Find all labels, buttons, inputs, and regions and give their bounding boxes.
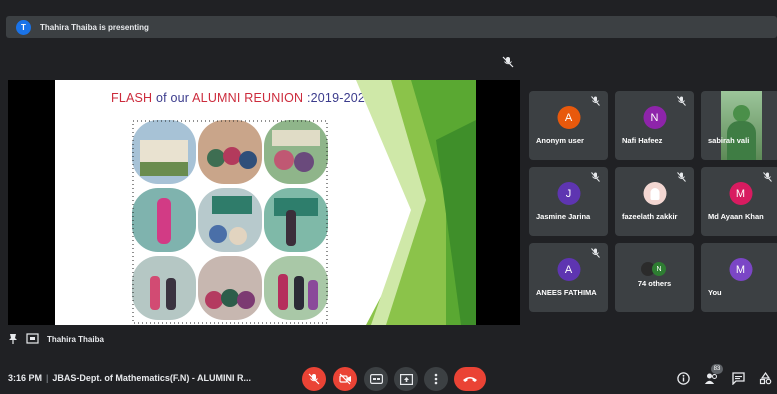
camera-toggle-button[interactable]: [333, 367, 357, 391]
presentation-slide: FLASH of our ALUMNI REUNION :2019-2020: [55, 80, 476, 325]
mic-off-icon: [591, 172, 600, 182]
participant-name: Anonym user: [536, 136, 584, 145]
alumni-photo-collage: [132, 120, 328, 324]
participant-count-badge: 83: [711, 364, 723, 374]
participant-name: Md Ayaan Khan: [708, 212, 764, 221]
mic-off-icon: [591, 248, 600, 258]
participant-name: fazeelath zakkir: [622, 212, 678, 221]
mic-off-icon: [677, 96, 686, 106]
slide-green-decoration: [356, 80, 476, 325]
participant-avatar: M: [729, 258, 752, 281]
chat-button[interactable]: [730, 370, 746, 386]
closed-captions-icon: [369, 374, 383, 384]
participant-tile[interactable]: N 74 others: [615, 243, 694, 312]
presenting-text: Thahira Thaiba is presenting: [40, 22, 149, 32]
leave-call-button[interactable]: [454, 367, 486, 391]
mic-off-icon: [502, 56, 514, 68]
meeting-title: JBAS-Dept. of Mathematics(F.N) - ALUMINI…: [52, 373, 252, 383]
participant-tile[interactable]: J Jasmine Jarina: [529, 167, 608, 236]
participant-name: sabirah vali: [708, 136, 750, 145]
participant-tile[interactable]: sabirah vali: [701, 91, 777, 160]
meet-window: T Thahira Thaiba is presenting FLASH of …: [0, 0, 777, 394]
participant-tile[interactable]: M You: [701, 243, 777, 312]
participant-name: Nafi Hafeez: [622, 136, 663, 145]
mic-off-icon: [308, 373, 320, 385]
participant-tile[interactable]: fazeelath zakkir: [615, 167, 694, 236]
participant-avatar: A: [557, 106, 580, 129]
participant-name: You: [708, 288, 722, 297]
clock-time: 3:16 PM: [8, 373, 43, 383]
captions-button[interactable]: [364, 367, 388, 391]
presenter-avatar: T: [16, 19, 31, 35]
participant-name: Jasmine Jarina: [536, 212, 591, 221]
mic-off-icon: [677, 172, 686, 182]
activities-icon: [759, 371, 771, 384]
participant-avatar: J: [557, 182, 580, 205]
participant-name: ANEES FATHIMA: [536, 288, 597, 297]
meeting-info: 3:16 PM | JBAS-Dept. of Mathematics(F.N) -…: [8, 373, 252, 383]
camera-off-icon: [338, 373, 351, 385]
present-screen-icon: [399, 373, 413, 385]
participant-avatar: M: [729, 182, 752, 205]
more-options-button[interactable]: [424, 367, 448, 391]
presenter-label: Thahira Thaiba: [47, 334, 104, 344]
meeting-details-button[interactable]: [675, 370, 691, 386]
info-icon: [676, 371, 690, 385]
others-avatars: N: [641, 262, 669, 276]
shared-screen: FLASH of our ALUMNI REUNION :2019-2020: [8, 80, 520, 325]
presenting-banner: T Thahira Thaiba is presenting: [6, 16, 777, 38]
participant-tile[interactable]: A Anonym user: [529, 91, 608, 160]
mic-toggle-button[interactable]: [302, 367, 326, 391]
chat-icon: [731, 371, 745, 385]
participant-tile[interactable]: M Md Ayaan Khan: [701, 167, 777, 236]
pin-icon[interactable]: [8, 333, 18, 345]
participant-avatar: [643, 182, 666, 205]
activities-button[interactable]: [757, 370, 773, 386]
participant-video: [721, 91, 762, 160]
mic-off-icon: [763, 172, 772, 182]
participant-tile[interactable]: A ANEES FATHIMA: [529, 243, 608, 312]
participant-avatar: A: [557, 258, 580, 281]
stage-footer: Thahira Thaiba: [8, 330, 104, 348]
hang-up-icon: [463, 377, 477, 382]
present-screen-icon[interactable]: [26, 333, 39, 345]
participant-avatar: N: [643, 106, 666, 129]
mic-off-icon: [591, 96, 600, 106]
present-now-button[interactable]: [394, 367, 418, 391]
participant-name: 74 others: [637, 279, 672, 288]
participant-tile[interactable]: N Nafi Hafeez: [615, 91, 694, 160]
more-vert-icon: [434, 373, 438, 385]
